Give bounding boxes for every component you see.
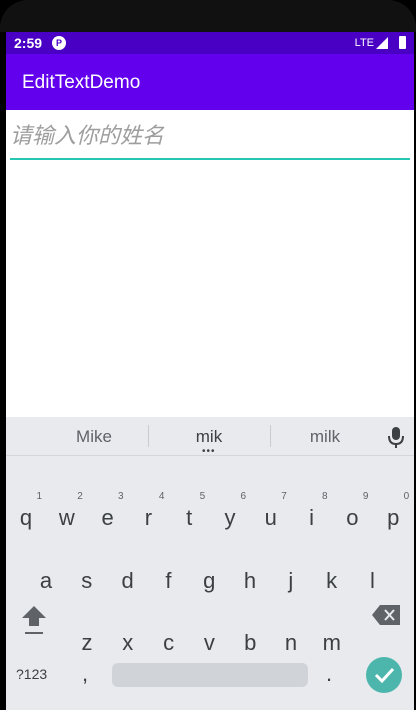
key-g[interactable]: g: [189, 568, 229, 594]
key-e[interactable]: e3: [88, 491, 128, 531]
symbols-key[interactable]: ?123: [16, 666, 47, 682]
name-input[interactable]: [10, 118, 410, 160]
key-label: v: [203, 630, 215, 655]
key-label: s: [81, 568, 93, 593]
key-f[interactable]: f: [148, 568, 188, 594]
key-hint: 3: [118, 491, 124, 502]
key-l[interactable]: l: [352, 568, 392, 594]
key-hint: 5: [199, 491, 206, 502]
key-c[interactable]: c: [149, 630, 189, 656]
signal-icon: [376, 37, 388, 49]
app-notification-icon: P: [52, 36, 66, 50]
space-bar[interactable]: [112, 663, 308, 687]
suggestion-3[interactable]: milk: [265, 427, 385, 447]
key-m[interactable]: m: [312, 630, 352, 656]
key-r[interactable]: r4: [128, 491, 168, 531]
more-suggestions-icon[interactable]: •••: [202, 447, 216, 457]
key-v[interactable]: v: [189, 630, 229, 656]
key-label: h: [243, 568, 257, 593]
key-i[interactable]: i8: [292, 491, 332, 531]
key-y[interactable]: y6: [210, 491, 250, 531]
key-n[interactable]: n: [271, 630, 311, 656]
shift-icon[interactable]: [20, 602, 48, 636]
key-label: j: [288, 568, 294, 593]
key-label: z: [81, 630, 93, 655]
key-hint: 8: [322, 491, 328, 502]
key-label: f: [165, 568, 172, 593]
app-title: EditTextDemo: [22, 72, 141, 93]
key-label: e: [101, 505, 114, 530]
key-o[interactable]: o9: [332, 491, 372, 531]
key-s[interactable]: s: [67, 568, 107, 594]
suggestion-strip: Mike mik milk •••: [6, 417, 414, 457]
key-label: q: [19, 505, 33, 530]
key-hint: 2: [77, 491, 83, 502]
key-label: p: [387, 505, 400, 530]
key-label: n: [284, 630, 298, 655]
key-label: w: [58, 505, 75, 530]
key-label: g: [203, 568, 216, 593]
key-hint: 4: [158, 491, 165, 502]
key-h[interactable]: h: [230, 568, 270, 594]
key-t[interactable]: t5: [169, 491, 209, 531]
key-a[interactable]: a: [26, 568, 66, 594]
device-bezel: [0, 0, 416, 32]
key-label: y: [224, 505, 236, 530]
key-label: l: [369, 568, 375, 593]
key-j[interactable]: j: [271, 568, 311, 594]
key-label: o: [346, 505, 359, 530]
key-label: i: [309, 505, 315, 530]
enter-button[interactable]: [366, 657, 402, 693]
check-icon: [374, 667, 395, 684]
key-label: d: [121, 568, 134, 593]
key-u[interactable]: u7: [251, 491, 291, 531]
key-label: u: [264, 505, 277, 530]
key-hint: 7: [281, 491, 287, 502]
key-hint: 6: [240, 491, 246, 502]
key-label: x: [122, 630, 134, 655]
key-b[interactable]: b: [230, 630, 270, 656]
key-label: a: [39, 568, 53, 593]
mic-icon[interactable]: [388, 426, 404, 448]
key-label: r: [144, 505, 153, 530]
key-hint: 9: [362, 491, 369, 502]
key-label: t: [186, 505, 193, 530]
key-label: b: [244, 630, 257, 655]
key-x[interactable]: x: [108, 630, 148, 656]
app-bar: EditTextDemo: [6, 54, 414, 110]
key-p[interactable]: p0: [373, 491, 413, 531]
status-bar: 2:59 P LTE: [6, 32, 414, 54]
key-hint: 0: [403, 491, 410, 502]
key-w[interactable]: w2: [47, 491, 87, 531]
battery-icon: [399, 36, 406, 49]
status-time: 2:59: [14, 35, 43, 51]
network-type: LTE: [354, 37, 374, 49]
suggestion-1[interactable]: Mike: [34, 427, 154, 447]
period-key[interactable]: .: [326, 661, 332, 687]
key-z[interactable]: z: [67, 630, 107, 656]
key-label: c: [163, 630, 175, 655]
suggestion-2[interactable]: mik: [149, 427, 269, 447]
comma-key[interactable]: ,: [82, 661, 88, 687]
backspace-icon[interactable]: [372, 605, 400, 625]
key-d[interactable]: d: [108, 568, 148, 594]
key-hint: 1: [36, 491, 42, 502]
soft-keyboard: Mike mik milk ••• q1w2e3r4t5y6u7i8o9p0 a…: [6, 417, 414, 710]
phone-screen: 2:59 P LTE EditTextDemo Mike mik milk ••…: [6, 32, 414, 710]
key-label: m: [322, 630, 341, 655]
key-k[interactable]: k: [312, 568, 352, 594]
key-q[interactable]: q1: [6, 491, 46, 531]
key-label: k: [326, 568, 338, 593]
